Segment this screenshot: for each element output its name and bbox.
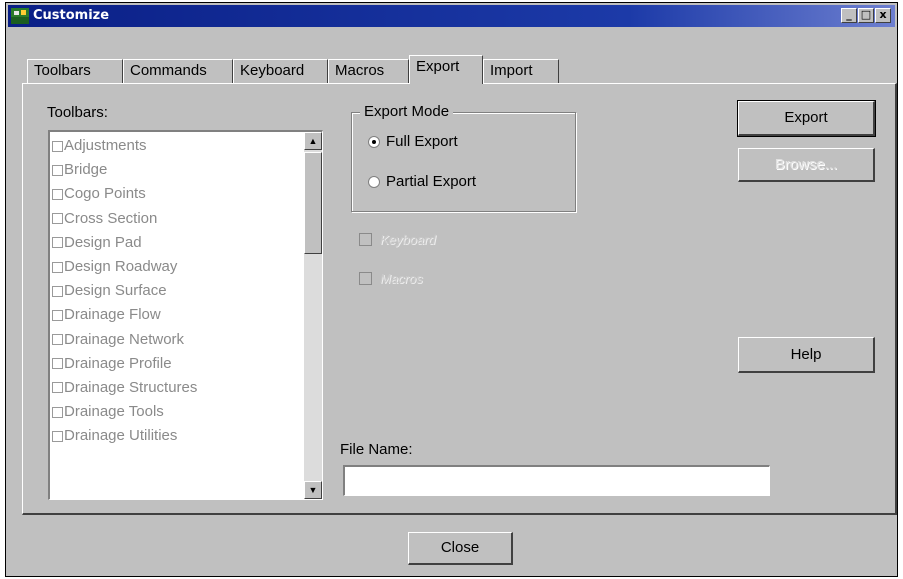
- list-item-label: Drainage Tools: [64, 403, 164, 421]
- checkbox-icon[interactable]: [52, 334, 63, 346]
- export-panel: Toolbars: Adjustments Bridge Cogo Points Cr…: [22, 83, 897, 515]
- macros-checkbox[interactable]: Macros: [359, 271, 423, 286]
- toolbars-label: Toolbars:: [47, 104, 108, 121]
- toolbars-scrollbar[interactable]: ▲ ▼: [304, 132, 322, 499]
- toolbars-listbox[interactable]: Adjustments Bridge Cogo Points Cross Sectio…: [48, 130, 323, 500]
- export-button[interactable]: Export: [737, 100, 876, 137]
- list-item-label: Cross Section: [64, 209, 158, 227]
- list-item-label: Adjustments: [64, 137, 147, 155]
- list-item-label: Bridge: [64, 161, 108, 179]
- list-item[interactable]: Cogo Points: [52, 182, 302, 206]
- title-bar[interactable]: Customize _ □ x: [8, 5, 895, 27]
- tab-toolbars[interactable]: Toolbars: [27, 59, 123, 83]
- tab-export[interactable]: Export: [409, 55, 483, 84]
- full-export-radio[interactable]: Full Export: [368, 133, 458, 150]
- checkbox-icon[interactable]: [52, 237, 63, 249]
- checkbox-icon[interactable]: [52, 285, 63, 297]
- checkbox-icon[interactable]: [52, 309, 63, 321]
- filename-label: File Name:: [340, 441, 413, 458]
- checkbox-icon[interactable]: [52, 382, 63, 394]
- close-window-button[interactable]: x: [875, 8, 891, 23]
- checkbox-icon[interactable]: [52, 406, 63, 418]
- checkbox-icon[interactable]: [52, 358, 63, 370]
- list-item[interactable]: Design Surface: [52, 279, 302, 303]
- list-item-label: Cogo Points: [64, 185, 146, 203]
- list-item[interactable]: Drainage Network: [52, 328, 302, 352]
- scroll-up-icon[interactable]: ▲: [304, 132, 322, 150]
- partial-export-label: Partial Export: [386, 173, 477, 190]
- customize-window: Customize _ □ x Toolbars Commands Keyboa…: [5, 2, 898, 577]
- help-button[interactable]: Help: [738, 337, 875, 373]
- tab-commands[interactable]: Commands: [123, 59, 233, 83]
- list-item-label: Design Pad: [64, 233, 142, 251]
- radio-unchecked-icon[interactable]: [368, 175, 380, 188]
- list-item[interactable]: Drainage Flow: [52, 303, 302, 327]
- checkbox-icon[interactable]: [52, 213, 63, 225]
- list-item[interactable]: Design Pad: [52, 231, 302, 255]
- checkbox-icon[interactable]: [52, 140, 63, 152]
- customize-app-icon: [11, 8, 29, 24]
- list-item-label: Drainage Structures: [64, 378, 198, 396]
- list-item[interactable]: Cross Section: [52, 207, 302, 231]
- tab-keyboard[interactable]: Keyboard: [233, 59, 328, 83]
- checkbox-disabled-icon: [359, 272, 372, 285]
- list-item[interactable]: Design Roadway: [52, 255, 302, 279]
- keyboard-checkbox-label: Keyboard: [380, 232, 436, 247]
- full-export-label: Full Export: [386, 133, 458, 150]
- checkbox-icon[interactable]: [52, 261, 63, 273]
- list-item[interactable]: Adjustments: [52, 134, 302, 158]
- keyboard-checkbox[interactable]: Keyboard: [359, 232, 436, 247]
- filename-input[interactable]: [343, 465, 770, 496]
- scroll-down-icon[interactable]: ▼: [304, 481, 322, 499]
- list-item-label: Drainage Profile: [64, 354, 172, 372]
- list-item-label: Design Roadway: [64, 258, 178, 276]
- list-item[interactable]: Drainage Structures: [52, 376, 302, 400]
- toolbars-list: Adjustments Bridge Cogo Points Cross Sectio…: [52, 134, 302, 448]
- tab-import[interactable]: Import: [483, 59, 559, 83]
- list-item-label: Drainage Flow: [64, 306, 161, 324]
- checkbox-disabled-icon: [359, 233, 372, 246]
- tab-macros[interactable]: Macros: [328, 59, 409, 83]
- list-item-label: Drainage Utilities: [64, 427, 178, 445]
- minimize-button[interactable]: _: [841, 8, 857, 23]
- partial-export-radio[interactable]: Partial Export: [368, 173, 476, 190]
- list-item-label: Design Surface: [64, 282, 167, 300]
- close-button[interactable]: Close: [408, 532, 513, 565]
- checkbox-icon[interactable]: [52, 164, 63, 176]
- list-item[interactable]: Drainage Profile: [52, 352, 302, 376]
- export-mode-group: Export Mode Full Export Partial Export: [351, 103, 576, 212]
- macros-checkbox-label: Macros: [380, 271, 423, 286]
- browse-button[interactable]: Browse...: [738, 148, 875, 182]
- maximize-button[interactable]: □: [858, 8, 874, 23]
- list-item[interactable]: Drainage Tools: [52, 400, 302, 424]
- export-mode-legend: Export Mode: [360, 103, 454, 120]
- list-item[interactable]: Bridge: [52, 158, 302, 182]
- checkbox-icon[interactable]: [52, 188, 63, 200]
- list-item-label: Drainage Network: [64, 330, 185, 348]
- checkbox-icon[interactable]: [52, 430, 63, 442]
- list-item[interactable]: Drainage Utilities: [52, 424, 302, 448]
- radio-checked-icon[interactable]: [368, 135, 380, 148]
- scrollbar-thumb[interactable]: [304, 152, 322, 254]
- window-title: Customize: [33, 8, 110, 23]
